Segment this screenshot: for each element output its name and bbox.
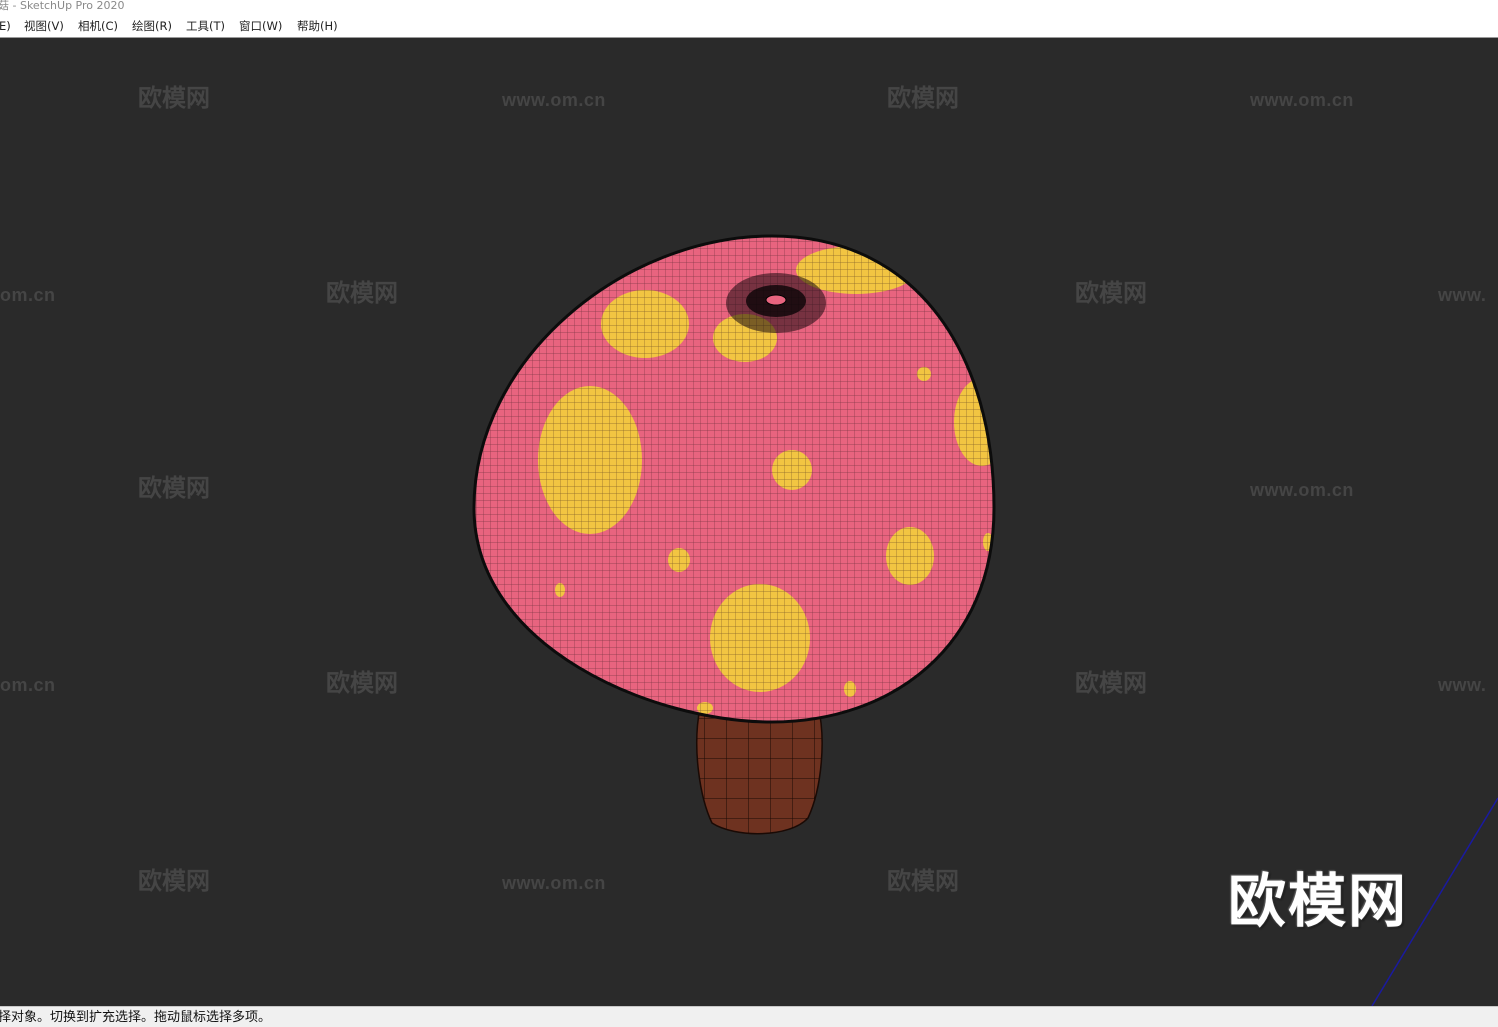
mushroom-cap <box>472 234 996 724</box>
menu-tools[interactable]: 工具(T) <box>186 19 225 33</box>
window-title: 菇 - SketchUp Pro 2020 <box>0 0 125 12</box>
stem-mesh <box>696 706 823 834</box>
menu-camera[interactable]: 相机(C) <box>78 19 118 33</box>
mushroom-stem <box>696 705 823 835</box>
modeling-viewport[interactable]: 欧模网 www.om.cn 欧模网 www.om.cn om.cn 欧模网 欧模… <box>0 38 1498 1006</box>
menu-help[interactable]: 帮助(H) <box>297 19 338 33</box>
menu-edit[interactable]: E) <box>0 19 11 33</box>
menu-view[interactable]: 视图(V) <box>24 19 64 33</box>
status-bar: 择对象。切换到扩充选择。拖动鼠标选择多项。 <box>0 1006 1498 1027</box>
mushroom-model[interactable] <box>0 38 1498 1006</box>
watermark-logo: 欧模网 <box>1228 867 1409 935</box>
title-bar: 菇 - SketchUp Pro 2020 <box>0 0 1498 14</box>
menu-bar: E) 视图(V) 相机(C) 绘图(R) 工具(T) 窗口(W) 帮助(H) <box>0 14 1498 38</box>
menu-draw[interactable]: 绘图(R) <box>132 19 172 33</box>
status-text: 择对象。切换到扩充选择。拖动鼠标选择多项。 <box>0 1010 272 1025</box>
menu-window[interactable]: 窗口(W) <box>239 19 282 33</box>
